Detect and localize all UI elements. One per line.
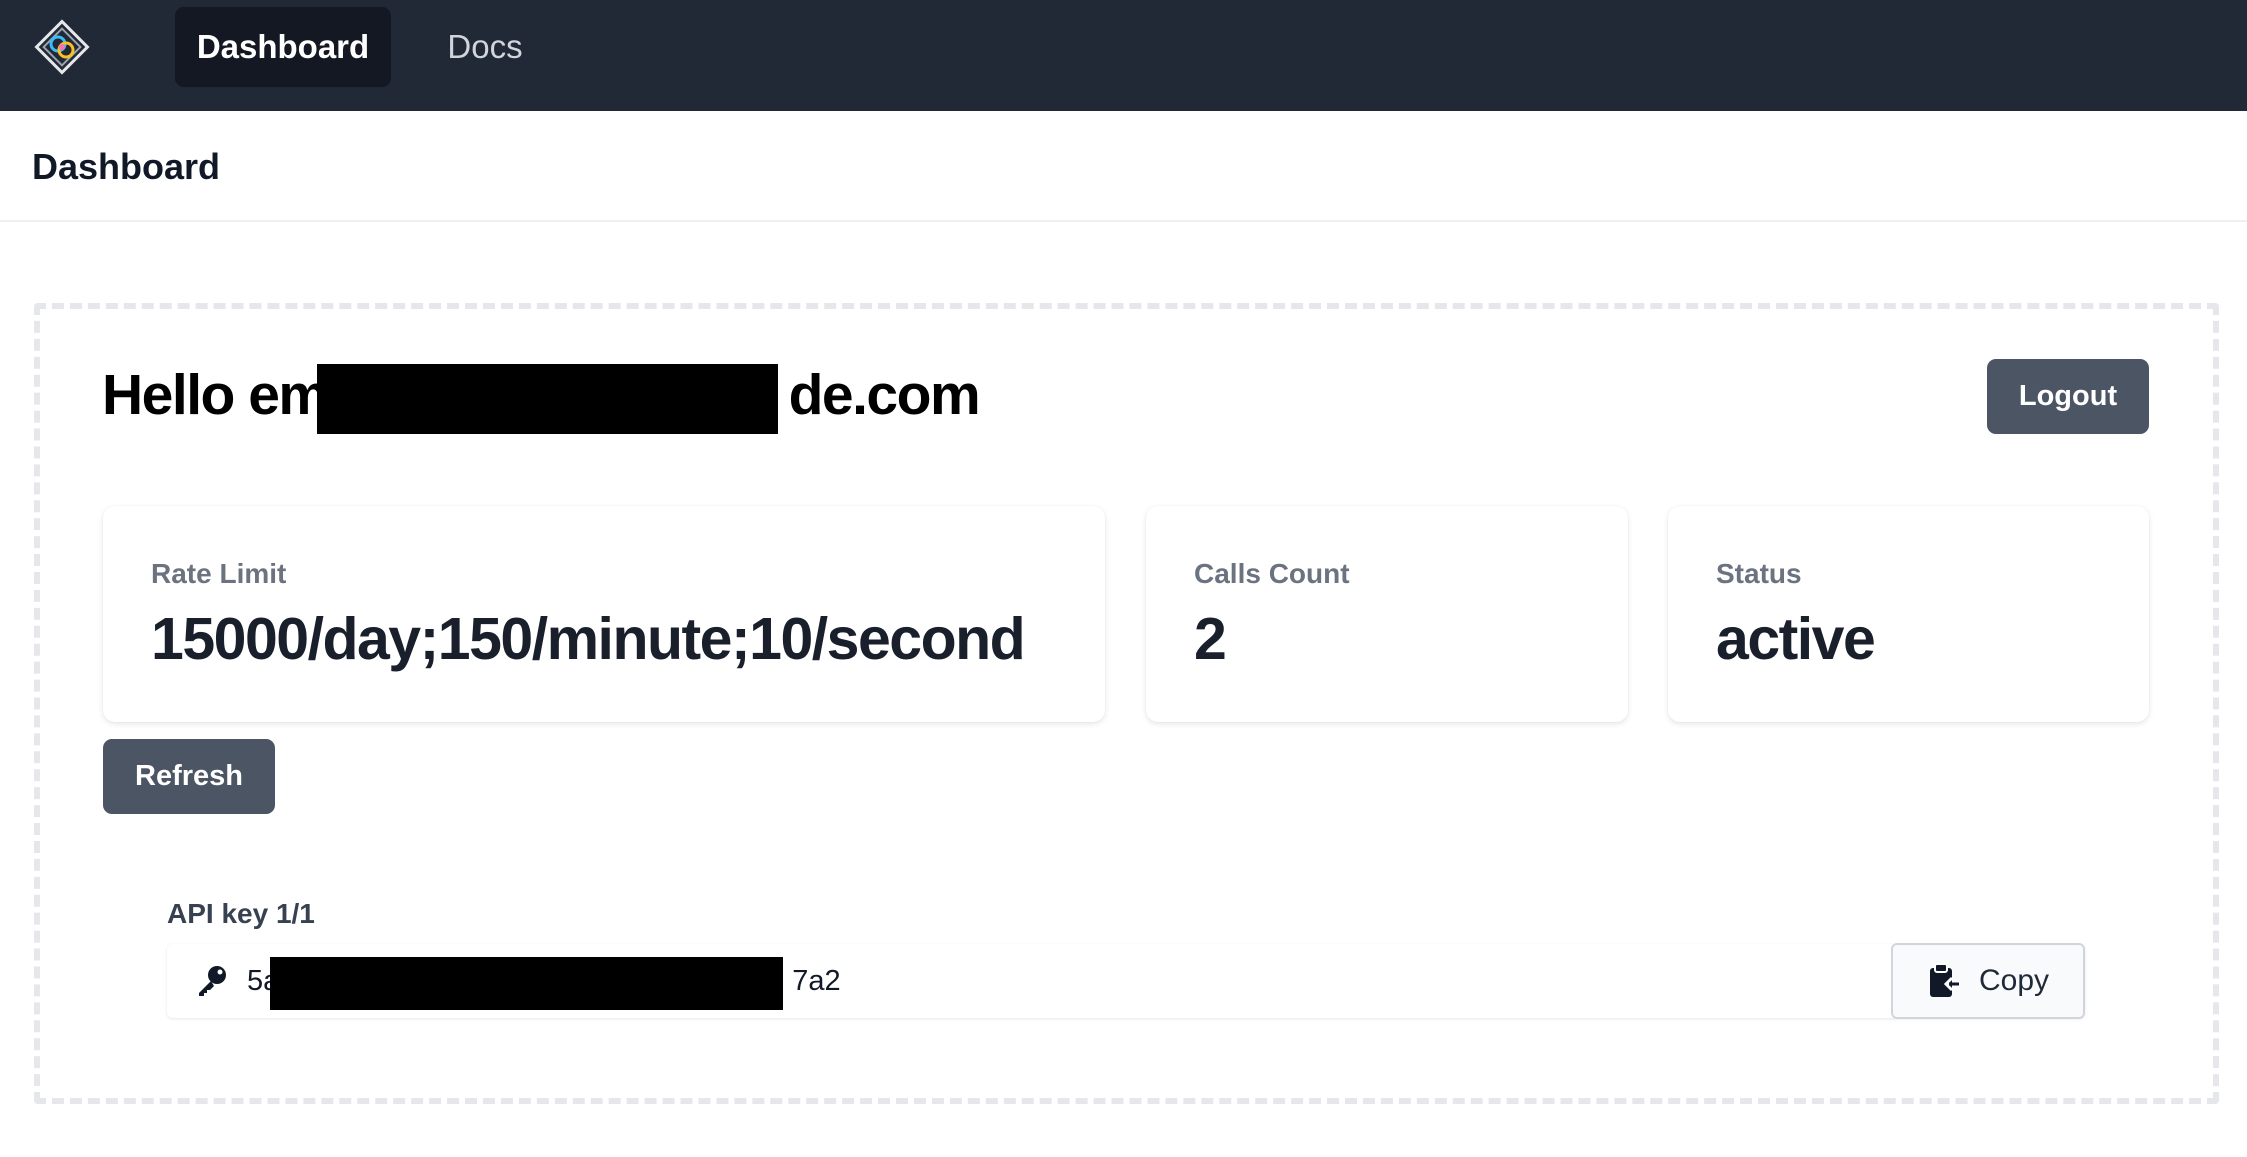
api-key-end: 7a2	[792, 965, 841, 997]
stat-card-calls-count: Calls Count 2	[1146, 506, 1628, 722]
stat-label-rate-limit: Rate Limit	[151, 558, 287, 589]
greeting-text: Hello em	[102, 363, 329, 427]
api-key-label: API key 1/1	[167, 898, 315, 929]
logout-button[interactable]: Logout	[1987, 359, 2149, 434]
nav-tab-docs[interactable]: Docs	[418, 7, 552, 87]
greeting-text-end: de.com	[788, 363, 981, 427]
stat-card-rate-limit: Rate Limit 15000/day;150/minute;10/secon…	[103, 506, 1105, 722]
stat-label-calls-count: Calls Count	[1194, 558, 1350, 589]
stat-label-status: Status	[1716, 558, 1802, 589]
page-title: Dashboard	[32, 146, 221, 187]
key-icon	[199, 966, 226, 996]
copy-button-label: Copy	[1978, 964, 2050, 997]
stat-value-calls-count: 2	[1194, 606, 1227, 672]
nav-tab-dashboard[interactable]: Dashboard	[175, 7, 391, 87]
top-navbar: Dashboard Docs	[0, 0, 2247, 111]
api-key-field[interactable]: 5a 7a2 Copy	[167, 943, 2085, 1019]
stat-value-rate-limit: 15000/day;150/minute;10/second	[151, 606, 1026, 672]
page-header: Dashboard	[0, 111, 2247, 222]
clipboard-icon	[1929, 963, 1959, 997]
stat-value-status: active	[1716, 606, 1876, 672]
refresh-button[interactable]: Refresh	[103, 739, 275, 814]
copy-button[interactable]: Copy	[1891, 943, 2085, 1019]
redaction-bar-api-key	[270, 957, 783, 1010]
redaction-bar-email	[317, 364, 778, 434]
logo-icon[interactable]	[32, 17, 92, 77]
stat-card-status: Status active	[1668, 506, 2149, 722]
